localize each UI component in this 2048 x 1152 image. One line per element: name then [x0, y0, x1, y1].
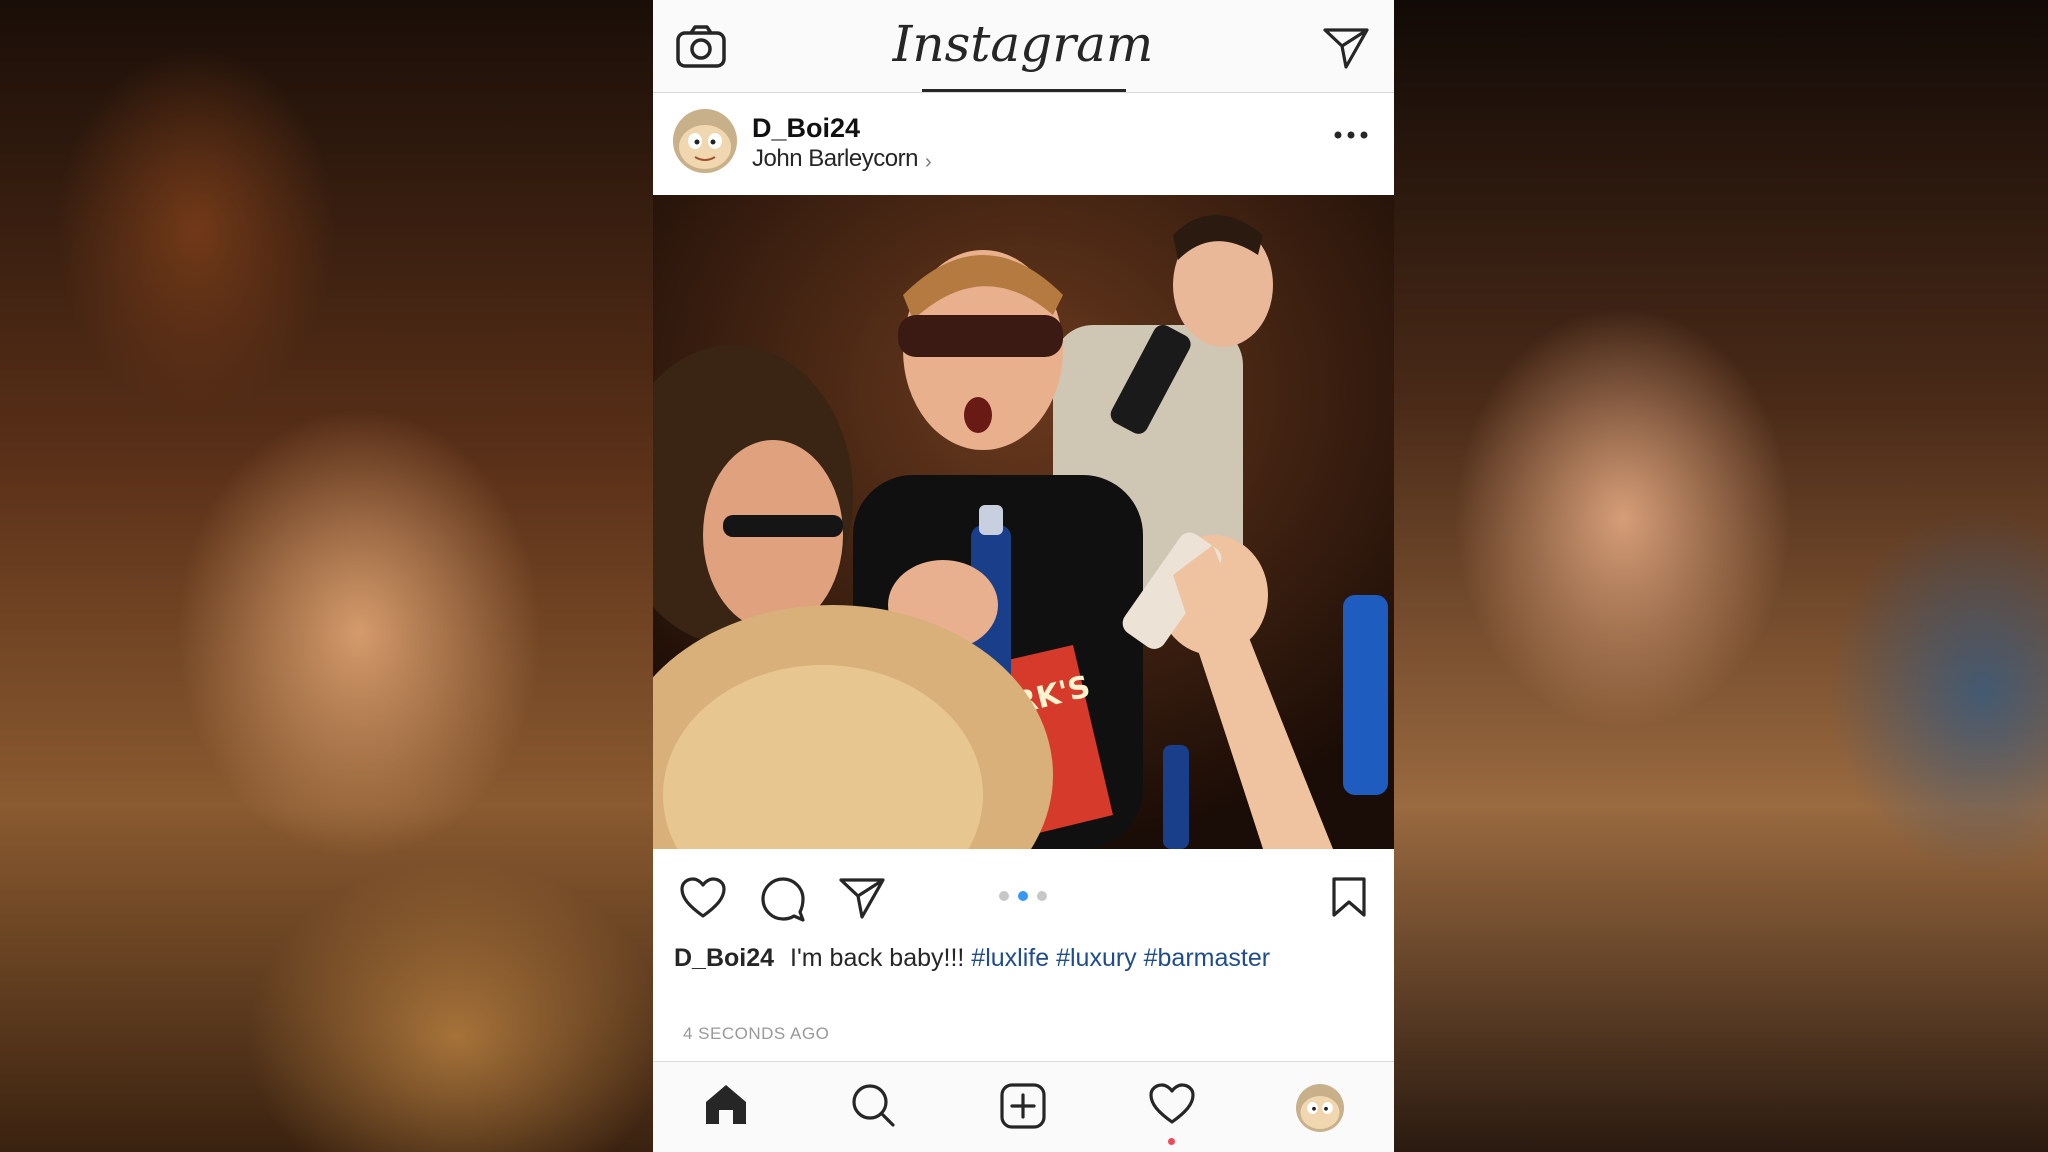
post-action-bar — [653, 850, 1394, 930]
instagram-feed-screen: Instagram D_Boi24 John Barleycorn › D_Bo… — [653, 0, 1394, 1152]
instagram-logo: Instagram — [892, 15, 1154, 73]
avatar[interactable] — [673, 109, 737, 173]
post-location[interactable]: John Barleycorn — [752, 145, 918, 173]
profile-avatar[interactable] — [1296, 1084, 1344, 1132]
activity-heart-icon[interactable] — [1148, 1082, 1196, 1126]
post-username[interactable]: D_Boi24 — [752, 113, 860, 144]
chevron-right-icon: › — [925, 151, 932, 173]
post-caption: D_Boi24 I'm back baby!!! #luxlife #luxury… — [674, 944, 1270, 973]
blurred-background-left — [0, 0, 653, 1152]
carousel-dot — [1037, 891, 1047, 901]
carousel-indicator — [999, 888, 1056, 901]
carousel-dot-active — [1018, 891, 1028, 901]
comment-icon[interactable] — [760, 876, 806, 922]
bottom-tab-bar — [653, 1061, 1394, 1152]
top-bar: Instagram — [653, 0, 1394, 93]
logo-underline — [922, 89, 1126, 92]
camera-icon[interactable] — [675, 24, 727, 70]
post-photo[interactable]: SPARK'S — [653, 195, 1394, 849]
post-timestamp: 4 SECONDS AGO — [683, 1024, 830, 1043]
hashtag-link[interactable]: #luxury — [1056, 944, 1137, 972]
hashtag-link[interactable]: #luxlife — [971, 944, 1049, 972]
home-icon[interactable] — [703, 1082, 749, 1126]
caption-text: I'm back baby!!! — [790, 944, 965, 972]
caption-username[interactable]: D_Boi24 — [674, 944, 774, 972]
add-post-icon[interactable] — [999, 1082, 1047, 1130]
notification-dot — [1168, 1138, 1175, 1145]
carousel-dot — [999, 891, 1009, 901]
blurred-background-right — [1394, 0, 2048, 1152]
direct-message-icon[interactable] — [1322, 26, 1370, 70]
post-header: D_Boi24 John Barleycorn › — [653, 93, 1394, 193]
bookmark-icon[interactable] — [1331, 876, 1367, 918]
heart-icon[interactable] — [679, 876, 727, 920]
share-icon[interactable] — [838, 876, 886, 920]
hashtag-link[interactable]: #barmaster — [1144, 944, 1270, 972]
search-icon[interactable] — [850, 1082, 896, 1128]
more-options-icon[interactable] — [1333, 129, 1369, 141]
